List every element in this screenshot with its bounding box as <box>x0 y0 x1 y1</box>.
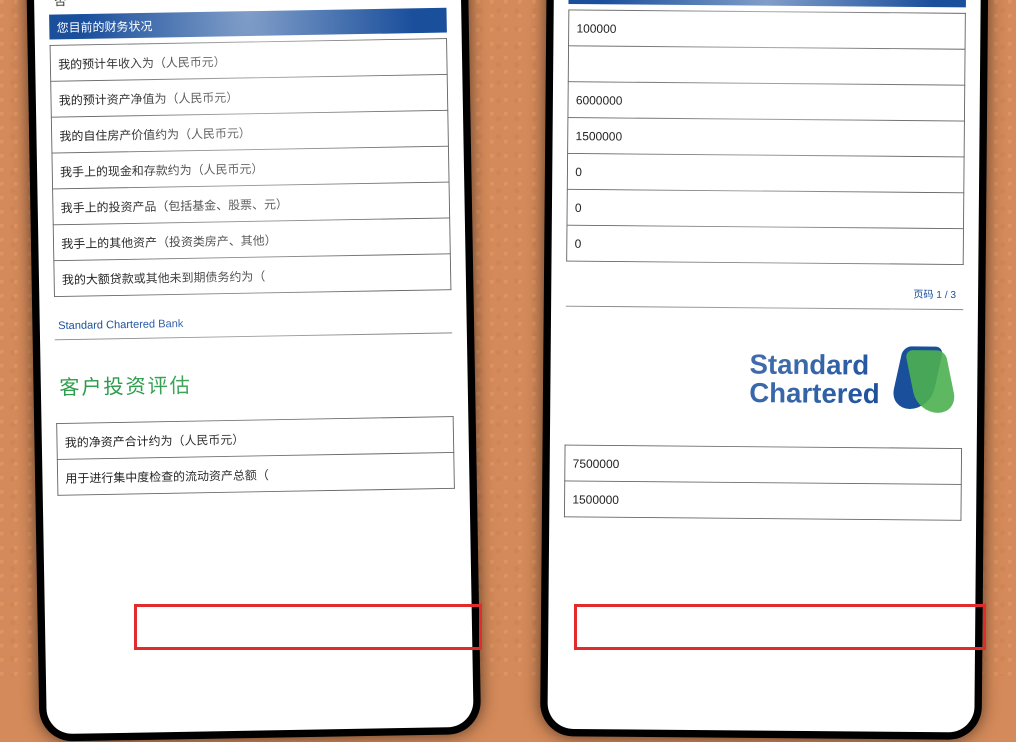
page-indicator: 页码 1 / 3 <box>566 262 964 311</box>
section-title: 客户投资评估 <box>55 333 454 417</box>
values-table: 100000 6000000 1500000 0 0 0 <box>566 9 966 265</box>
phone-screen: 16:26 我主要接触渠道（包括但不限于毫保险、 否 您目前的财务状况 我的预计… <box>33 0 474 734</box>
value-cell: 0 <box>567 153 964 192</box>
summary-table: 我的净资产合计约为（人民币元） 用于进行集中度检查的流动资产总额（ <box>56 416 455 496</box>
financial-table: 我的预计年收入为（人民币元） 我的预计资产净值为（人民币元） 我的自住房产价值约… <box>50 38 452 297</box>
value-cell: 0 <box>567 189 964 228</box>
value-cell: 100000 <box>569 10 966 49</box>
value-cell: 0 <box>567 225 964 264</box>
brand-mark-icon <box>896 346 952 415</box>
brand-line1: Standard <box>749 350 880 380</box>
value-cell <box>568 46 965 85</box>
brand-text: Standard Chartered <box>749 350 880 409</box>
summary-value: 1500000 <box>564 481 961 520</box>
standard-chartered-logo: Standard Chartered <box>565 307 964 443</box>
value-cell: 6000000 <box>568 82 965 121</box>
phone-left: 16:26 我主要接触渠道（包括但不限于毫保险、 否 您目前的财务状况 我的预计… <box>25 0 481 742</box>
phone-screen: 16:26 4G 100000 6000000 1500000 0 0 0 页码… <box>547 0 981 732</box>
summary-label: 用于进行集中度检查的流动资产总额（ <box>57 452 454 495</box>
phone-right: 16:26 4G 100000 6000000 1500000 0 0 0 页码… <box>540 0 989 740</box>
section-header-2: 您目前的财务状况 <box>49 8 447 40</box>
brand-line2: Chartered <box>749 379 880 409</box>
section-header-right-2 <box>568 0 966 7</box>
value-cell: 1500000 <box>568 118 965 157</box>
bank-footer: Standard Chartered Bank <box>54 290 452 340</box>
summary-values-table: 7500000 1500000 <box>564 445 962 521</box>
summary-value: 7500000 <box>565 445 962 484</box>
